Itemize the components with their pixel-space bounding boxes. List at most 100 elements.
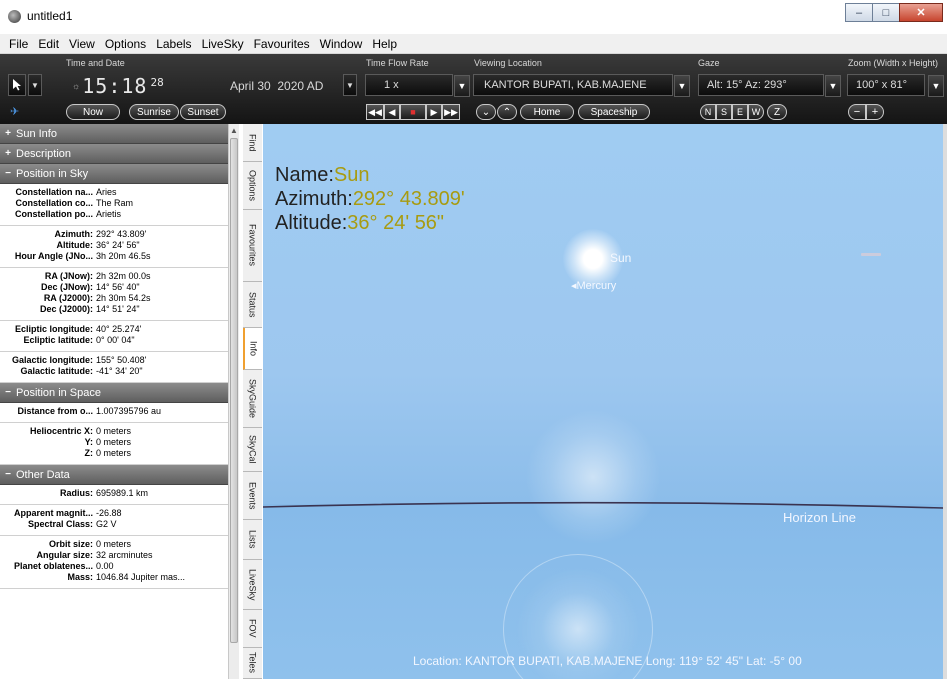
- viewing-location-value: KANTOR BUPATI, KAB.MAJENE: [484, 79, 647, 91]
- time-flow-dropdown-icon[interactable]: ▼: [454, 75, 470, 97]
- step-back-button[interactable]: ◀: [384, 104, 400, 120]
- data-group: Ecliptic longitude: 40° 25.274' Ecliptic l…: [0, 321, 228, 352]
- data-value: 0 meters: [96, 448, 132, 458]
- location-up-button[interactable]: ⌃: [497, 104, 517, 120]
- data-group: Azimuth: 292° 43.809' Altitude: 36° 24' 56"…: [0, 226, 228, 268]
- other-data: Radius: 695989.1 km Apparent magnit... -26.…: [0, 485, 228, 589]
- fast-rewind-button[interactable]: ◀◀: [366, 104, 384, 120]
- info-panel-scrollbar[interactable]: ▲: [228, 124, 239, 679]
- menu-window[interactable]: Window: [315, 37, 368, 51]
- gaze-south-button[interactable]: S: [716, 104, 732, 120]
- tab-skyguide[interactable]: SkyGuide: [243, 370, 262, 428]
- close-button[interactable]: ✕: [899, 3, 943, 22]
- location-status: Location: KANTOR BUPATI, KAB.MAJENE Long…: [413, 654, 802, 668]
- tab-label: Lists: [247, 530, 258, 549]
- data-value: -41° 34' 20": [96, 366, 143, 376]
- mercury-label[interactable]: ◂Mercury: [571, 279, 616, 292]
- horizon-label: Horizon Line: [783, 510, 856, 525]
- tab-options[interactable]: Options: [243, 162, 262, 210]
- section-position-in-sky[interactable]: − Position in Sky: [0, 164, 228, 184]
- tab-teles[interactable]: Teles: [243, 648, 262, 679]
- tab-info[interactable]: Info: [243, 328, 262, 370]
- fast-forward-button[interactable]: ▶▶: [442, 104, 460, 120]
- data-group: Distance from o... 1.007395796 au: [0, 403, 228, 423]
- time-flow-select[interactable]: 1 x ▼: [365, 74, 470, 97]
- section-position-in-space[interactable]: − Position in Space: [0, 383, 228, 403]
- gaze-east-button[interactable]: E: [732, 104, 748, 120]
- data-key: Heliocentric X:: [29, 426, 93, 436]
- data-group: Heliocentric X: 0 meters Y: 0 meters Z: 0 met…: [0, 423, 228, 465]
- now-button[interactable]: Now: [66, 104, 120, 120]
- data-row: Ecliptic longitude: 40° 25.274': [0, 324, 228, 335]
- altitude-label: Altitude:: [275, 212, 348, 234]
- data-group: Radius: 695989.1 km: [0, 485, 228, 505]
- section-other-data[interactable]: − Other Data: [0, 465, 228, 485]
- location-down-button[interactable]: ⌄: [476, 104, 496, 120]
- sky-view[interactable]: Name:Sun Azimuth:292° 43.809' Altitude:3…: [263, 124, 943, 679]
- data-value: 1046.84 Jupiter mas...: [96, 572, 186, 582]
- data-value: The Ram: [96, 198, 134, 208]
- menu-help[interactable]: Help: [367, 37, 402, 51]
- menu-file[interactable]: File: [4, 37, 33, 51]
- home-button[interactable]: Home: [520, 104, 574, 120]
- data-group: Orbit size: 0 meters Angular size: 32 arcmi…: [0, 536, 228, 589]
- section-description[interactable]: + Description: [0, 144, 228, 164]
- data-row: Altitude: 36° 24' 56": [0, 240, 228, 251]
- data-group: Galactic longitude: 155° 50.408' Galactic …: [0, 352, 228, 383]
- zoom-dropdown-icon[interactable]: ▼: [928, 75, 944, 97]
- app-icon: [8, 10, 21, 23]
- menu-labels[interactable]: Labels: [151, 37, 196, 51]
- gaze-select[interactable]: Alt: 15° Az: 293° ▼: [698, 74, 841, 97]
- sky-edge-scrollbar[interactable]: [943, 124, 947, 679]
- sky-panel-handle[interactable]: [861, 253, 881, 256]
- menu-favourites[interactable]: Favourites: [249, 37, 315, 51]
- minimize-button[interactable]: –: [845, 3, 873, 22]
- zoom-in-button[interactable]: +: [866, 104, 884, 120]
- data-row: Constellation na... Aries: [0, 187, 228, 198]
- data-key: Constellation co...: [15, 198, 93, 208]
- sunrise-button[interactable]: Sunrise: [129, 104, 179, 120]
- menu-view[interactable]: View: [64, 37, 100, 51]
- pin-icon[interactable]: ✈: [10, 105, 19, 118]
- gaze-dropdown-icon[interactable]: ▼: [825, 75, 841, 97]
- section-sun-info[interactable]: + Sun Info: [0, 124, 228, 144]
- gaze-zenith-button[interactable]: Z: [767, 104, 787, 120]
- window-controls: – □ ✕: [845, 3, 943, 22]
- pointer-tool-button[interactable]: [8, 74, 26, 96]
- viewing-location-dropdown-icon[interactable]: ▼: [674, 75, 690, 97]
- stop-button[interactable]: ■: [400, 104, 426, 120]
- zoom-out-button[interactable]: −: [848, 104, 866, 120]
- data-key: Angular size:: [36, 550, 93, 560]
- viewing-location-select[interactable]: KANTOR BUPATI, KAB.MAJENE ▼: [473, 74, 690, 97]
- tab-fov[interactable]: FOV: [243, 610, 262, 648]
- gaze-value: Alt: 15° Az: 293°: [707, 79, 787, 91]
- menu-options[interactable]: Options: [100, 37, 151, 51]
- tab-events[interactable]: Events: [243, 472, 262, 520]
- data-value: Arietis: [96, 209, 122, 219]
- gaze-north-button[interactable]: N: [700, 104, 716, 120]
- tab-livesky[interactable]: LiveSky: [243, 560, 262, 610]
- time-flow-value: 1 x: [384, 79, 399, 91]
- tab-status[interactable]: Status: [243, 282, 262, 328]
- expand-icon: +: [5, 128, 11, 139]
- spaceship-button[interactable]: Spaceship: [578, 104, 650, 120]
- data-key: Orbit size:: [48, 539, 93, 549]
- tab-skycal[interactable]: SkyCal: [243, 428, 262, 472]
- sunset-button[interactable]: Sunset: [180, 104, 226, 120]
- gaze-west-button[interactable]: W: [748, 104, 764, 120]
- gaze-label: Gaze: [698, 58, 720, 68]
- data-row: Constellation po... Arietis: [0, 209, 228, 220]
- date-dropdown[interactable]: ▼: [343, 74, 357, 96]
- step-forward-button[interactable]: ▶: [426, 104, 442, 120]
- menu-livesky[interactable]: LiveSky: [197, 37, 249, 51]
- tab-find[interactable]: Find: [243, 124, 262, 162]
- maximize-button[interactable]: □: [872, 3, 900, 22]
- pointer-dropdown[interactable]: ▼: [28, 74, 42, 96]
- tab-lists[interactable]: Lists: [243, 520, 262, 560]
- menu-edit[interactable]: Edit: [33, 37, 64, 51]
- scrollbar-thumb[interactable]: [230, 138, 238, 643]
- seconds-tick-icon: ☼: [72, 81, 81, 91]
- zoom-select[interactable]: 100° x 81° ▼: [847, 74, 944, 97]
- scroll-up-icon[interactable]: ▲: [230, 126, 238, 135]
- tab-favourites[interactable]: Favourites: [243, 210, 262, 282]
